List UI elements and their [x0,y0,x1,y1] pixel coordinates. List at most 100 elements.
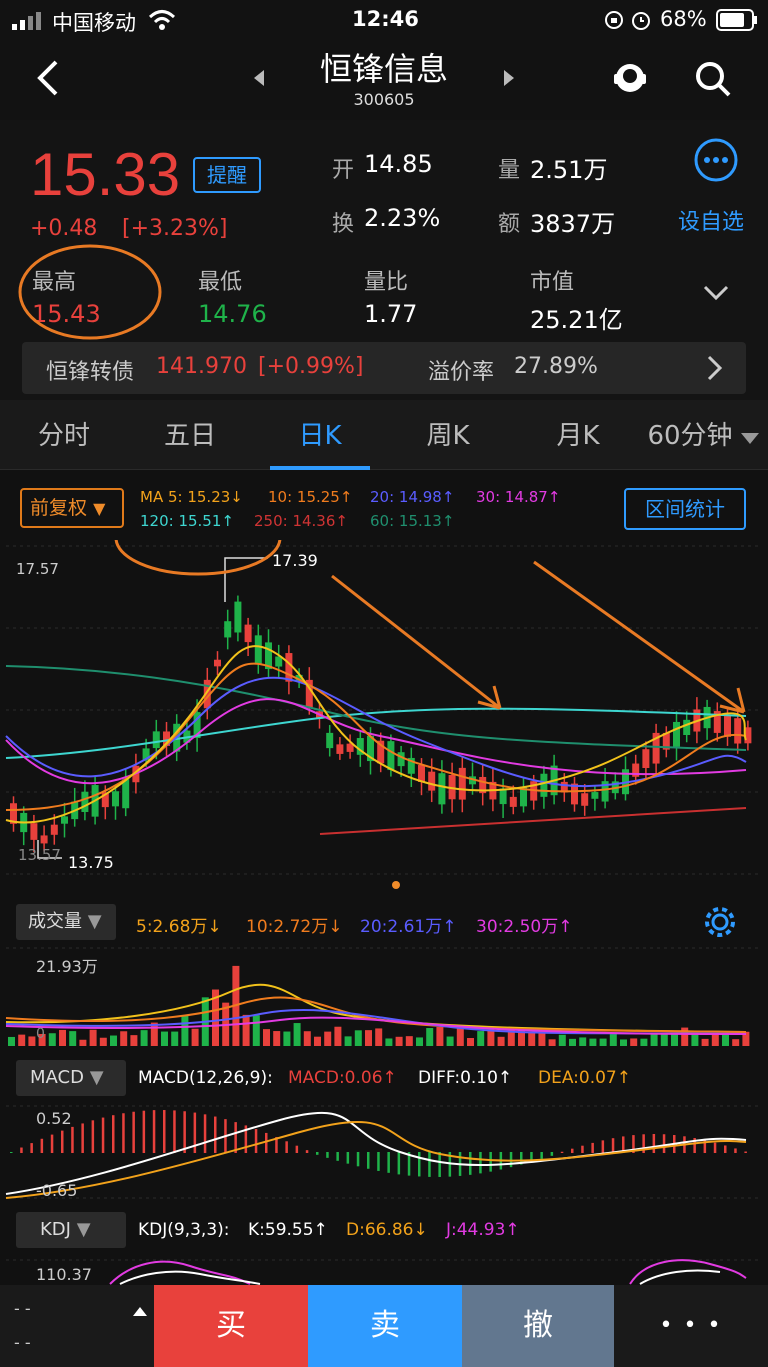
macd-bar [122,1113,125,1153]
premium-value: 27.89% [514,354,598,379]
signal-icon [12,12,41,30]
volume-bar [120,1031,128,1046]
macd-bar [132,1111,135,1153]
premium-label: 溢价率 [428,360,495,385]
ma120-line [5,707,747,759]
volume-bar [405,1036,413,1046]
macd-bar [479,1152,482,1174]
volume-chart[interactable]: 21.93万 0 [0,944,768,1050]
volume-bar [314,1036,321,1046]
macd-bar [295,1145,299,1153]
ma10-line [5,662,747,811]
volume-bar [548,1039,556,1046]
annotation-arrow-2 [533,560,745,714]
candle [428,758,436,803]
cancel-order-button[interactable]: 撤 [462,1285,614,1367]
candle [611,772,619,800]
candle [71,787,79,827]
kline-chart[interactable]: 17.57 17.39 13.75 13.57 [0,540,768,880]
macd-bar [40,1138,44,1153]
macd-chart[interactable]: 0.52 -0.65 [0,1102,768,1202]
buy-button[interactable]: 买 [154,1285,308,1367]
volume-bar [569,1038,576,1046]
macd-bar [734,1148,737,1153]
dea-value: DEA:0.07↑ [538,1068,631,1088]
kdj-selector[interactable]: KDJ ▼ [16,1212,126,1248]
volume-selector[interactable]: 成交量 ▼ [16,904,116,940]
kdj-j-value: J:44.93↑ [446,1220,520,1240]
add-watchlist-button[interactable]: 设自选 [678,204,744,236]
more-options-icon[interactable] [694,138,738,182]
macd-bar [50,1134,54,1153]
kdj-dropdown-icon: ▼ [76,1219,91,1240]
bond-change-pct: [+0.99%] [258,354,364,379]
volume-bar [18,1034,26,1046]
tab-60min[interactable]: 60分钟 [640,400,740,470]
more-menu-button[interactable]: • • • [614,1285,768,1367]
tab-weekly-k[interactable]: 周K [398,400,498,470]
open-label: 开 [332,158,355,183]
macd-bar [346,1152,350,1164]
volume-ratio-label: 量比 [364,270,409,295]
adjust-dropdown-icon: ▼ [93,499,106,518]
trade-bar: - - - - 买 卖 撤 • • • [0,1285,768,1367]
volume-bar [334,1026,342,1046]
ma120-label: 120: 15.51↑ [140,512,234,530]
diff-value: DIFF:0.10↑ [418,1068,513,1088]
ma30-label: 30: 14.87↑ [476,488,561,506]
macd-value: MACD:0.06↑ [288,1068,397,1088]
adjust-selector[interactable]: 前复权 ▼ [20,488,124,528]
tab-intraday[interactable]: 分时 [14,400,114,470]
tab-monthly-k[interactable]: 月K [528,400,628,470]
tab-five-day[interactable]: 五日 [140,400,240,470]
macd-bar [397,1152,401,1175]
bid-placeholder: - - [14,1299,31,1318]
stock-header: 恒锋信息 300605 [0,40,768,120]
macd-bar [591,1142,594,1153]
volume-value: 2.51万 [530,156,608,184]
max-marker [224,557,268,602]
low-value: 14.76 [198,300,267,328]
low-label: 最低 [198,270,243,295]
macd-bar [356,1152,360,1167]
candle [20,806,28,846]
search-icon[interactable] [694,60,732,98]
prev-stock-icon[interactable] [252,68,266,88]
volume-bar [28,1036,36,1046]
page-indicator-dot [392,881,400,889]
volume-bar [110,1035,117,1046]
kdj-k-value: K:59.55↑ [248,1220,328,1240]
sell-button[interactable]: 卖 [308,1285,462,1367]
settings-gear-icon[interactable] [702,904,738,940]
kline-bottom-label: 13.57 [18,846,61,864]
expand-chevron-icon[interactable] [702,284,730,302]
back-icon[interactable] [34,58,60,98]
volume-bar [293,1023,301,1046]
volume-bar [630,1038,638,1046]
macd-selector[interactable]: MACD ▼ [16,1060,126,1096]
kdj-chart[interactable]: 110.37 [0,1254,768,1286]
next-stock-icon[interactable] [502,68,516,88]
kdj-selector-label: KDJ [40,1219,71,1240]
expand-up-icon[interactable] [132,1305,148,1317]
candle [407,747,415,788]
volume-bar [263,1029,270,1046]
remind-button[interactable]: 提醒 [193,157,261,193]
volume-bar [8,1036,15,1046]
volume-bar [467,1038,474,1046]
volume-bar [620,1039,627,1046]
convertible-bond-row[interactable]: 恒锋转债 141.970 [+0.99%] 溢价率 27.89% [22,342,746,394]
service-icon[interactable] [612,60,648,96]
volume-bar [456,1027,464,1046]
annotation-arrow-1 [331,574,501,710]
ask-placeholder: - - [14,1333,31,1352]
macd-dropdown-icon: ▼ [89,1067,104,1088]
kline-max-label: 17.39 [272,551,318,570]
macd-bar [469,1152,472,1175]
macd-bar [254,1129,258,1153]
tab-daily-k[interactable]: 日K [270,400,370,470]
range-stats-button[interactable]: 区间统计 [624,488,746,530]
tab-dropdown-icon[interactable] [740,432,760,446]
volume-bar [395,1036,403,1046]
macd-bar [540,1152,543,1159]
